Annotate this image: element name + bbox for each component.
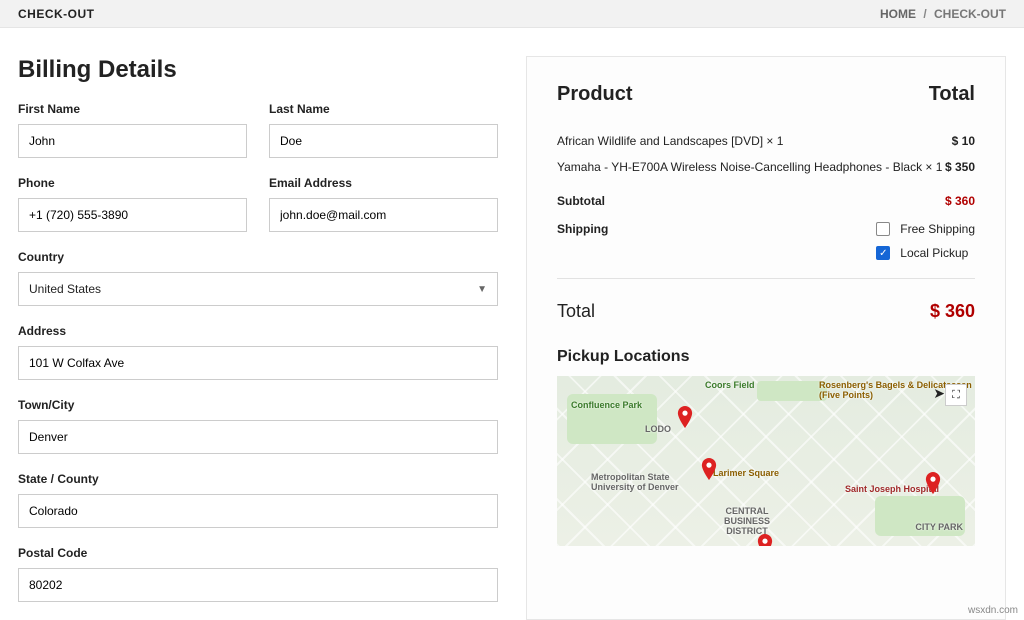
shipping-option-pickup[interactable]: ✓ Local Pickup [876,246,975,260]
page-title: CHECK-OUT [18,7,95,21]
map-park [757,381,827,401]
country-label: Country [18,250,498,264]
phone-label: Phone [18,176,247,190]
cart-line: African Wildlife and Landscapes [DVD] × … [557,134,975,148]
email-field[interactable] [269,198,498,232]
total-value: $ 360 [930,301,975,322]
pickup-heading: Pickup Locations [557,348,975,366]
city-label: Town/City [18,398,498,412]
total-label: Total [557,301,595,322]
shipping-option-label: Free Shipping [900,222,975,236]
topbar: CHECK-OUT HOME / CHECK-OUT [0,0,1024,28]
map-label: LODO [645,424,671,434]
product-head: Product [557,83,633,106]
shipping-label: Shipping [557,222,608,260]
country-value: United States [29,282,101,296]
billing-heading: Billing Details [18,56,498,84]
postal-label: Postal Code [18,546,498,560]
map-label: Larimer Square [713,468,779,478]
fullscreen-icon[interactable]: ⛶ [945,384,967,406]
map-label: Coors Field [705,380,755,390]
cart-line: Yamaha - YH-E700A Wireless Noise-Cancell… [557,160,975,174]
watermark: wsxdn.com [968,605,1018,616]
cart-item-price: $ 350 [945,160,975,174]
map-label: CITY PARK [915,522,963,532]
city-field[interactable] [18,420,498,454]
last-name-field[interactable] [269,124,498,158]
map-label: CENTRAL BUSINESS DISTRICT [707,506,787,536]
last-name-label: Last Name [269,102,498,116]
breadcrumb-home[interactable]: HOME [880,7,916,21]
cart-item-name: African Wildlife and Landscapes [DVD] × … [557,134,783,148]
address-field[interactable] [18,346,498,380]
map-pin-icon[interactable] [677,406,693,422]
subtotal-value: $ 360 [945,194,975,208]
map-label: Confluence Park [571,400,642,410]
state-label: State / County [18,472,498,486]
billing-form: Billing Details First Name Last Name Pho… [18,56,498,620]
shipping-option-label: Local Pickup [900,246,968,260]
cart-item-price: $ 10 [952,134,975,148]
breadcrumb-current: CHECK-OUT [934,7,1006,21]
subtotal-label: Subtotal [557,194,605,208]
total-head: Total [929,83,975,106]
country-select[interactable]: United States ▼ [18,272,498,306]
phone-field[interactable] [18,198,247,232]
first-name-label: First Name [18,102,247,116]
breadcrumb: HOME / CHECK-OUT [880,7,1006,21]
cursor-icon: ➤ [933,385,945,402]
map-pin-icon[interactable] [757,534,773,546]
address-label: Address [18,324,498,338]
state-field[interactable] [18,494,498,528]
first-name-field[interactable] [18,124,247,158]
postal-field[interactable] [18,568,498,602]
chevron-down-icon: ▼ [477,284,487,295]
pickup-map[interactable]: Confluence Park Coors Field Rosenberg's … [557,376,975,546]
divider [557,278,975,279]
breadcrumb-sep: / [919,7,930,21]
order-summary: Product Total African Wildlife and Lands… [526,56,1006,620]
checkbox-checked-icon: ✓ [876,246,890,260]
shipping-option-free[interactable]: Free Shipping [876,222,975,236]
email-label: Email Address [269,176,498,190]
map-label: Metropolitan State University of Denver [591,472,681,492]
checkbox-icon [876,222,890,236]
map-pin-icon[interactable] [701,458,717,474]
map-pin-icon[interactable] [925,472,941,488]
cart-item-name: Yamaha - YH-E700A Wireless Noise-Cancell… [557,160,942,174]
